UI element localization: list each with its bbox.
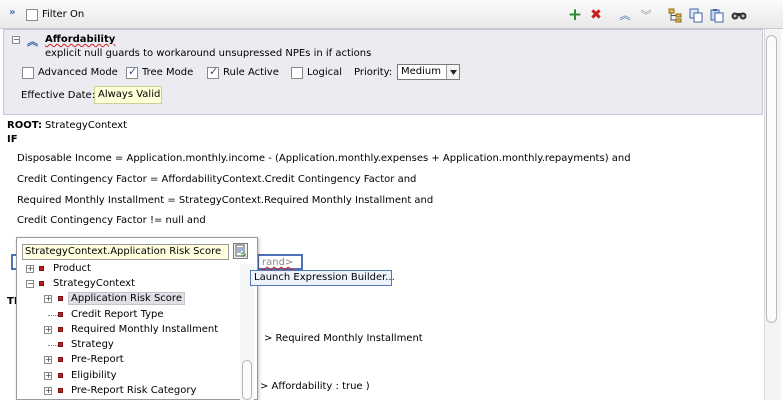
rule-title[interactable]: Affordability [45, 34, 115, 45]
node-icon [58, 388, 63, 393]
add-icon[interactable]: + [567, 5, 583, 25]
rule-active-label: Rule Active [223, 67, 279, 78]
node-icon [58, 373, 63, 378]
expand-icon[interactable]: + [44, 372, 52, 380]
filter-label: Filter On [42, 9, 85, 20]
collapse-rule-toggle[interactable]: − [12, 36, 20, 44]
expression-builder-icon[interactable]: fx [233, 243, 248, 259]
expand-icon[interactable]: + [44, 326, 52, 334]
root-label: ROOT: [7, 120, 42, 131]
rule-description: explicit null guards to workaround unsup… [45, 48, 372, 59]
node-icon [58, 342, 63, 347]
advanced-mode-checkbox[interactable] [22, 67, 34, 79]
logical-checkbox[interactable] [291, 67, 303, 79]
filter-checkbox[interactable] [26, 9, 38, 21]
operand-placeholder: rand> [262, 257, 294, 268]
tooltip-text: Launch Expression Builder... [254, 272, 395, 283]
copy-icon[interactable] [688, 7, 704, 23]
rule-panel: − ︽ Affordability explicit null guards t… [3, 29, 763, 115]
tree-node-label: StrategyContext [53, 278, 136, 289]
toolbar: » Filter On + ✖ ︽ ︾ [0, 0, 783, 29]
expand-icon[interactable]: + [26, 265, 34, 273]
delete-icon[interactable]: ✖ [588, 7, 604, 23]
rule-active-checkbox[interactable] [207, 65, 219, 79]
tree-scrollbar-thumb[interactable] [242, 360, 252, 400]
collapse-icon[interactable]: » [9, 8, 15, 18]
svg-text:fx: fx [241, 252, 247, 258]
tree-node-label: Product [53, 263, 91, 274]
if-label: IF [7, 134, 18, 145]
action-line[interactable]: > Required Monthly Installment [264, 333, 423, 344]
action-line[interactable]: > Affordability : true ) [260, 381, 370, 392]
effective-date-label: Effective Date: [21, 90, 96, 101]
node-icon [39, 266, 44, 271]
collapse-icon[interactable]: − [26, 280, 34, 288]
tree-icon[interactable] [667, 7, 683, 23]
tree-node-label: Application Risk Score [68, 292, 185, 305]
tree-node-label: Credit Report Type [71, 309, 164, 320]
operand-field[interactable]: rand> [257, 254, 303, 270]
paste-icon[interactable] [709, 7, 725, 23]
root-value: StrategyContext [45, 120, 128, 131]
launch-expression-builder-tooltip: Launch Expression Builder... [250, 270, 395, 286]
tree-connector [48, 345, 58, 346]
expand-icon[interactable]: + [44, 356, 52, 364]
condition-line[interactable]: Credit Contingency Factor = Affordabilit… [17, 174, 416, 185]
expression-input[interactable]: StrategyContext.Application Risk Score [22, 244, 229, 260]
find-icon[interactable] [731, 7, 747, 23]
node-icon [58, 312, 63, 317]
logical-label: Logical [307, 67, 343, 78]
chevron-down-icon[interactable] [446, 65, 459, 79]
node-icon [58, 357, 63, 362]
tree-connector [48, 315, 58, 316]
condition-line[interactable]: Credit Contingency Factor != null and [17, 215, 206, 226]
tree-node-label: Pre-Report [71, 354, 124, 365]
tree-node-label: Eligibility [71, 370, 117, 381]
move-down-icon[interactable]: ︾ [638, 7, 654, 23]
advanced-mode-label: Advanced Mode [38, 67, 118, 78]
effective-date-value: Always Valid [98, 89, 161, 100]
node-icon [58, 327, 63, 332]
node-icon [39, 281, 44, 286]
expression-input-value: StrategyContext.Application Risk Score [25, 246, 222, 257]
tree-node-label: Required Monthly Installment [71, 324, 219, 335]
condition-line[interactable]: Disposable Income = Application.monthly.… [17, 153, 631, 164]
priority-select[interactable]: Medium [397, 64, 460, 80]
move-up-icon[interactable]: ︽ [617, 7, 633, 23]
tree-mode-checkbox[interactable] [126, 65, 138, 79]
effective-date-field[interactable]: Always Valid [94, 86, 162, 104]
chevron-up-icon[interactable]: ︽ [27, 33, 38, 49]
priority-value: Medium [401, 66, 441, 77]
main-scrollbar-thumb[interactable] [766, 35, 777, 323]
tree-mode-label: Tree Mode [142, 67, 194, 78]
node-icon [58, 296, 63, 301]
condition-line[interactable]: Required Monthly Installment = StrategyC… [17, 195, 433, 206]
expand-icon[interactable]: + [44, 387, 52, 395]
priority-label: Priority: [354, 67, 393, 78]
tree-node-label: Strategy [71, 339, 114, 350]
tree-node-label: Pre-Report Risk Category [71, 385, 197, 396]
expand-icon[interactable]: + [44, 295, 52, 303]
